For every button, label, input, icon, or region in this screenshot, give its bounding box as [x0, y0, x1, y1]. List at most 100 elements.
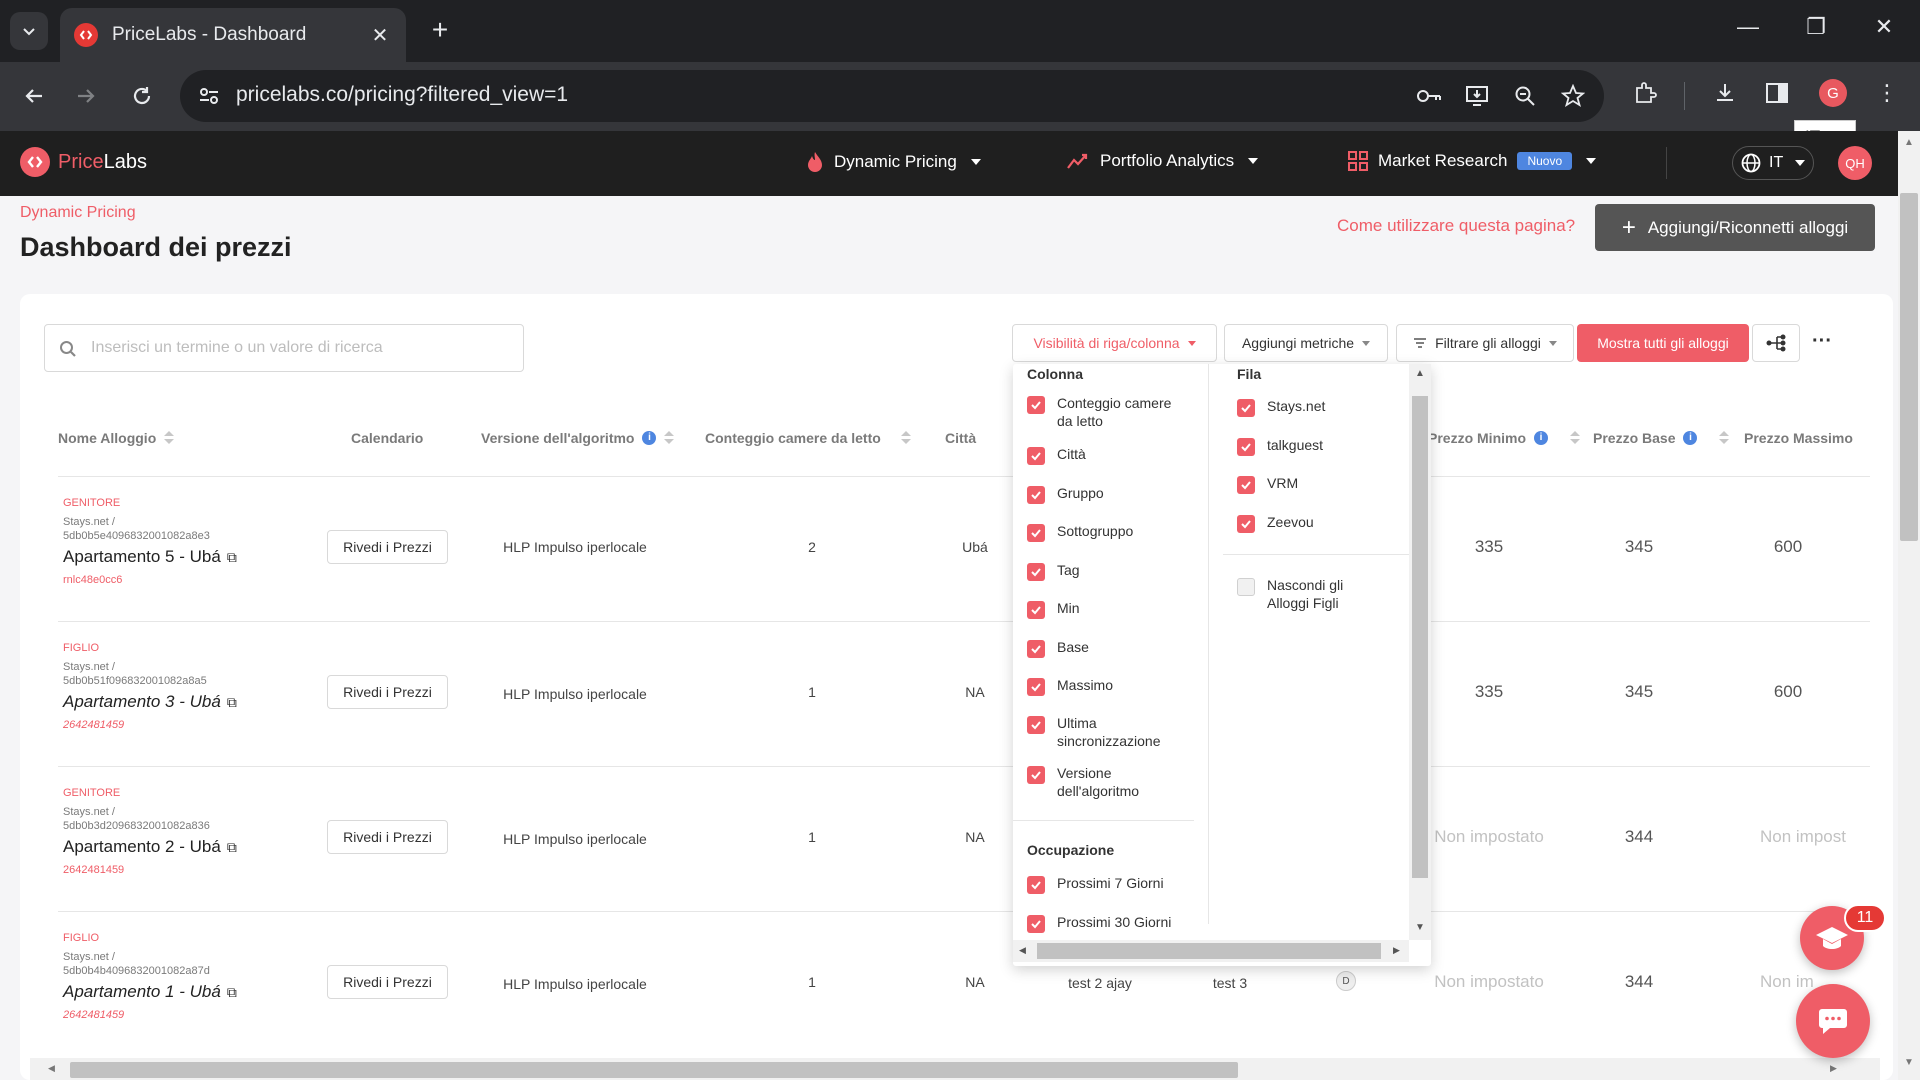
listing-name[interactable]: Apartamento 1 - Ubá ⧉	[63, 982, 237, 1002]
visibility-option-checkbox[interactable]: VRM	[1237, 474, 1377, 494]
visibility-option-checkbox[interactable]: Massimo	[1027, 676, 1187, 696]
listing-name[interactable]: Apartamento 3 - Ubá ⧉	[63, 692, 237, 712]
downloads-icon[interactable]	[1708, 76, 1742, 110]
side-panel-icon[interactable]	[1760, 76, 1794, 110]
scroll-right-arrow[interactable]: ▶	[1830, 1063, 1837, 1074]
add-reconnect-button[interactable]: + Aggiungi/Riconnetti alloggi	[1595, 204, 1875, 251]
review-prices-button[interactable]: Rivedi i Prezzi	[327, 965, 448, 999]
info-icon[interactable]: i	[642, 431, 657, 445]
visibility-option-checkbox[interactable]: Zeevou	[1237, 513, 1377, 533]
dropdown-horizontal-scrollbar[interactable]: ◀ ▶	[1013, 940, 1409, 962]
hide-children-checkbox[interactable]: Nascondi gli Alloggi Figli	[1237, 576, 1377, 612]
visibility-option-checkbox[interactable]: Ultima sincronizzazione	[1027, 714, 1187, 750]
review-prices-button[interactable]: Rivedi i Prezzi	[327, 675, 448, 709]
breadcrumb[interactable]: Dynamic Pricing	[20, 204, 136, 222]
zoom-icon[interactable]	[1508, 79, 1542, 113]
dropdown-vertical-scrollbar[interactable]: ▲ ▼	[1409, 364, 1431, 940]
row-max-price[interactable]: 600	[1738, 537, 1838, 557]
profile-avatar[interactable]: G	[1816, 76, 1850, 110]
scroll-up-arrow[interactable]: ▲	[1904, 137, 1914, 148]
dropdown-hscrollbar-thumb[interactable]	[1037, 943, 1381, 959]
sort-icon[interactable]	[164, 431, 175, 445]
external-link-icon[interactable]: ⧉	[227, 549, 237, 566]
visibility-option-checkbox[interactable]: Sottogruppo	[1027, 522, 1187, 542]
scroll-left-arrow[interactable]: ◀	[48, 1063, 55, 1074]
visibility-option-checkbox[interactable]: Prossimi 30 Giorni	[1027, 913, 1197, 933]
external-link-icon[interactable]: ⧉	[227, 694, 237, 711]
address-bar[interactable]: pricelabs.co/pricing?filtered_view=1	[180, 70, 1604, 122]
visibility-option-checkbox[interactable]: Versione dell'algoritmo	[1027, 764, 1187, 800]
browser-menu-icon[interactable]: ⋮	[1870, 76, 1904, 110]
forward-button[interactable]	[68, 78, 104, 114]
row-min-price[interactable]: Non impostato	[1414, 972, 1564, 992]
more-options-icon[interactable]: ···	[1812, 330, 1832, 353]
page-scrollbar-thumb[interactable]	[1900, 193, 1918, 541]
site-settings-icon[interactable]	[198, 85, 220, 107]
header-base-price[interactable]: Prezzo Base i	[1593, 430, 1730, 446]
restore-button[interactable]: ❐	[1796, 14, 1836, 40]
password-key-icon[interactable]	[1412, 79, 1446, 113]
sort-icon[interactable]	[900, 431, 911, 445]
new-tab-button[interactable]: +	[424, 14, 456, 46]
language-selector[interactable]: IT	[1732, 146, 1814, 180]
row-max-price[interactable]: Non impost	[1760, 827, 1870, 847]
row-max-price[interactable]: 600	[1738, 682, 1838, 702]
browser-tab-active[interactable]: PriceLabs - Dashboard ✕	[60, 8, 406, 62]
external-link-icon[interactable]: ⧉	[227, 984, 237, 1001]
visibility-option-checkbox[interactable]: talkguest	[1237, 436, 1377, 456]
scroll-right-arrow[interactable]: ▶	[1393, 945, 1400, 956]
install-app-icon[interactable]	[1460, 79, 1494, 113]
external-link-icon[interactable]: ⧉	[227, 839, 237, 856]
listing-name[interactable]: Apartamento 5 - Ubá ⧉	[63, 547, 237, 567]
sort-icon[interactable]	[1719, 431, 1730, 445]
visibility-option-checkbox[interactable]: Tag	[1027, 561, 1187, 581]
row-min-price[interactable]: 335	[1414, 537, 1564, 557]
chat-button[interactable]	[1796, 984, 1870, 1058]
close-tab-icon[interactable]: ✕	[368, 23, 392, 48]
horizontal-scrollbar-thumb[interactable]	[70, 1062, 1238, 1078]
dropdown-scrollbar-thumb[interactable]	[1412, 396, 1428, 878]
close-window-button[interactable]: ✕	[1864, 14, 1904, 40]
user-avatar[interactable]: QH	[1838, 146, 1872, 180]
visibility-option-checkbox[interactable]: Città	[1027, 445, 1187, 465]
extensions-icon[interactable]	[1628, 76, 1662, 110]
visibility-option-checkbox[interactable]: Gruppo	[1027, 484, 1187, 504]
back-button[interactable]	[16, 78, 52, 114]
sort-icon[interactable]	[1570, 431, 1581, 445]
scroll-left-arrow[interactable]: ◀	[1019, 945, 1026, 956]
visibility-button[interactable]: Visibilità di riga/colonna	[1012, 324, 1217, 362]
review-prices-button[interactable]: Rivedi i Prezzi	[327, 530, 448, 564]
share-tree-button[interactable]	[1752, 324, 1800, 362]
header-name[interactable]: Nome Alloggio	[58, 430, 175, 446]
listing-name[interactable]: Apartamento 2 - Ubá ⧉	[63, 837, 237, 857]
row-base-price[interactable]: 344	[1589, 827, 1689, 847]
bookmark-star-icon[interactable]	[1556, 79, 1590, 113]
info-icon[interactable]: i	[1534, 431, 1549, 445]
minimize-button[interactable]: —	[1728, 14, 1768, 40]
visibility-option-checkbox[interactable]: Conteggio camere da letto	[1027, 394, 1187, 430]
row-min-price[interactable]: 335	[1414, 682, 1564, 702]
scroll-down-arrow[interactable]: ▼	[1904, 1057, 1914, 1068]
header-max-price[interactable]: Prezzo Massimo	[1744, 430, 1853, 446]
row-base-price[interactable]: 345	[1589, 537, 1689, 557]
search-input[interactable]: Inserisci un termine o un valore di rice…	[44, 324, 524, 372]
tab-search-button[interactable]	[10, 12, 48, 50]
header-algorithm[interactable]: Versione dell'algoritmo i	[481, 430, 675, 446]
scroll-up-arrow[interactable]: ▲	[1415, 368, 1425, 379]
show-all-listings-button[interactable]: Mostra tutti gli alloggi	[1577, 324, 1749, 362]
pricelabs-logo[interactable]: PriceLabs	[20, 147, 147, 177]
visibility-option-checkbox[interactable]: Base	[1027, 638, 1187, 658]
info-icon[interactable]: i	[1683, 431, 1698, 445]
header-city[interactable]: Città	[945, 430, 976, 446]
header-min-price[interactable]: Prezzo Minimo i	[1428, 430, 1581, 446]
horizontal-scrollbar[interactable]: ◀ ▶	[30, 1058, 1880, 1080]
add-metrics-button[interactable]: Aggiungi metriche	[1224, 324, 1388, 362]
row-base-price[interactable]: 344	[1589, 972, 1689, 992]
row-base-price[interactable]: 345	[1589, 682, 1689, 702]
review-prices-button[interactable]: Rivedi i Prezzi	[327, 820, 448, 854]
filter-listings-button[interactable]: Filtrare gli alloggi	[1396, 324, 1574, 362]
visibility-option-checkbox[interactable]: Min	[1027, 599, 1187, 619]
visibility-option-checkbox[interactable]: Prossimi 7 Giorni	[1027, 874, 1197, 894]
visibility-option-checkbox[interactable]: Stays.net	[1237, 397, 1377, 417]
nav-portfolio-analytics[interactable]: Portfolio Analytics	[1066, 151, 1259, 171]
